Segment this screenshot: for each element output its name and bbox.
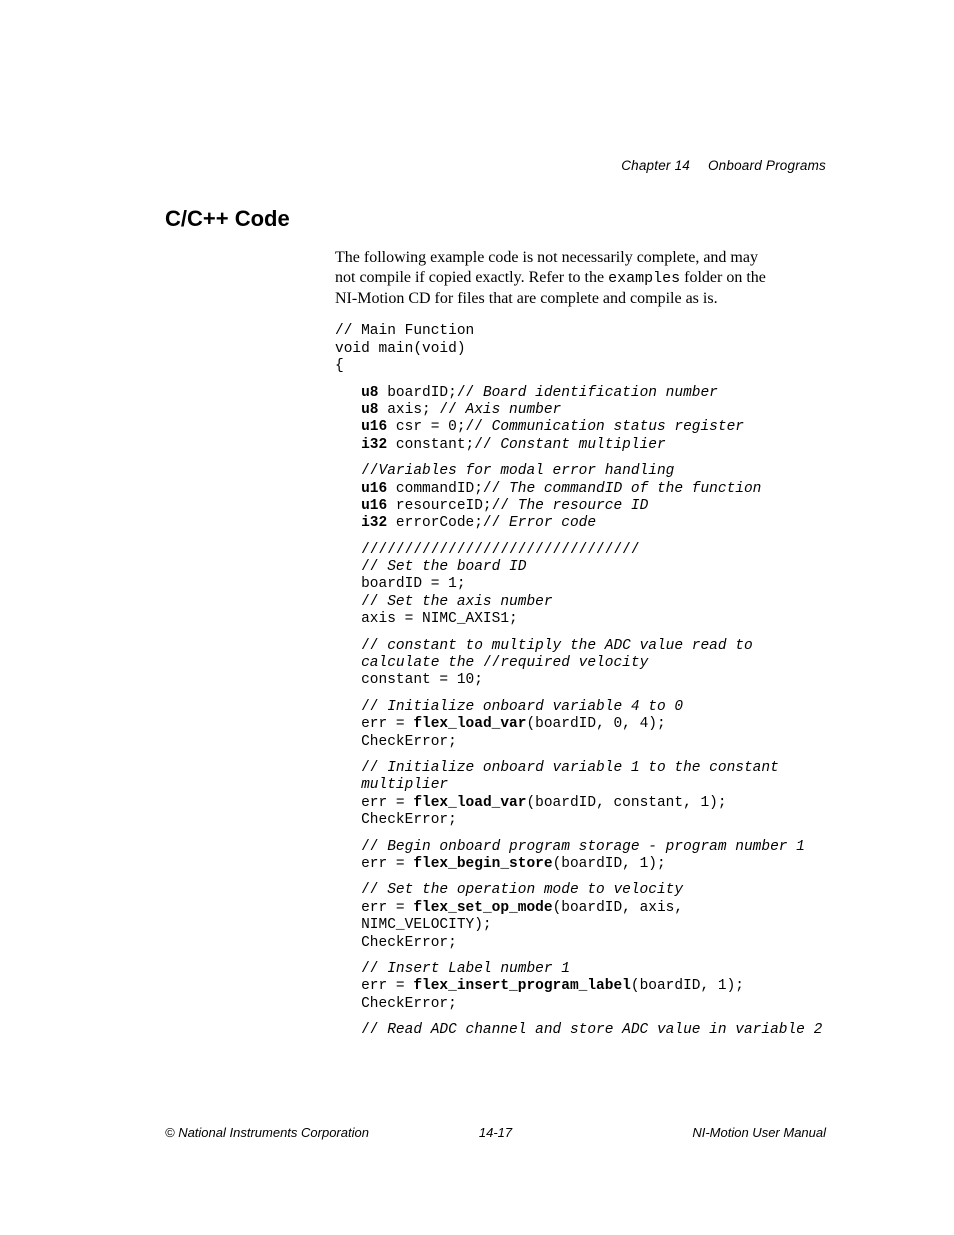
intro-text: folder on the	[680, 269, 766, 286]
intro-text: not compile if copied exactly. Refer to …	[335, 269, 608, 286]
code-comment: Initialize onboard variable 1 to the con…	[387, 760, 787, 776]
code-comment: required velocity	[500, 655, 648, 671]
code-line: CheckError;	[335, 734, 457, 750]
code-line: axis = NIMC_AXIS1;	[335, 611, 518, 627]
code-keyword: u16	[361, 481, 387, 497]
code-comment: Variables for modal error handling	[379, 463, 675, 479]
code-line: constant = 10;	[335, 672, 483, 688]
code-comment: multiplier	[361, 777, 448, 793]
code-keyword: u8	[361, 402, 378, 418]
code-function: flex_begin_store	[413, 856, 552, 872]
code-para: // Insert Label number 1 err = flex_inse…	[335, 961, 826, 1013]
code-function: flex_load_var	[413, 716, 526, 732]
code-para: // constant to multiply the ADC value re…	[335, 638, 826, 690]
code-line: ////////////////////////////////	[335, 542, 640, 558]
section-heading: C/C++ Code	[165, 206, 826, 232]
code-para: // Initialize onboard variable 4 to 0 er…	[335, 699, 826, 751]
code-comment: Begin onboard program storage - program …	[387, 839, 805, 855]
code-para: // Set the operation mode to velocity er…	[335, 882, 826, 952]
code-para: // Begin onboard program storage - progr…	[335, 839, 826, 874]
code-line: CheckError;	[335, 935, 457, 951]
code-keyword: u16	[361, 498, 387, 514]
code-para: // Initialize onboard variable 1 to the …	[335, 760, 826, 830]
code-keyword: u16	[361, 419, 387, 435]
code-comment: constant to multiply the ADC value read …	[387, 638, 761, 654]
code-function: flex_insert_program_label	[413, 978, 631, 994]
code-comment: Communication status register	[492, 419, 744, 435]
code-comment: Initialize onboard variable 4 to 0	[387, 699, 683, 715]
code-keyword: i32	[361, 515, 387, 531]
code-keyword: u8	[361, 385, 378, 401]
code-para: //////////////////////////////// // Set …	[335, 542, 826, 629]
code-comment: Board identification number	[483, 385, 718, 401]
code-keyword: i32	[361, 437, 387, 453]
code-comment: calculate the	[361, 655, 483, 671]
footer-page-number: 14-17	[165, 1125, 826, 1140]
code-line: CheckError;	[335, 996, 457, 1012]
intro-paragraph: The following example code is not necess…	[335, 248, 826, 309]
code-comment: Axis number	[466, 402, 562, 418]
code-comment: The resource ID	[518, 498, 649, 514]
code-line: boardID = 1;	[335, 576, 466, 592]
code-comment: Insert Label number 1	[387, 961, 570, 977]
code-para: u8 boardID;// Board identification numbe…	[335, 385, 826, 455]
chapter-number: Chapter 14	[621, 158, 690, 173]
code-para: //Variables for modal error handling u16…	[335, 463, 826, 533]
code-line: void main(void)	[335, 341, 466, 357]
code-block: // Main Function void main(void) { u8 bo…	[335, 323, 826, 1039]
code-para: // Read ADC channel and store ADC value …	[335, 1022, 826, 1039]
code-function: flex_set_op_mode	[413, 900, 552, 916]
code-function: flex_load_var	[413, 795, 526, 811]
code-line: // Main Function	[335, 323, 474, 339]
code-comment: Read ADC channel and store ADC value in …	[387, 1022, 822, 1038]
code-comment: Error code	[509, 515, 596, 531]
inline-code: examples	[608, 270, 680, 287]
chapter-title: Onboard Programs	[708, 158, 826, 173]
code-line: NIMC_VELOCITY);	[335, 917, 492, 933]
code-line: {	[335, 358, 344, 374]
intro-text: NI-Motion CD for files that are complete…	[335, 290, 718, 307]
code-para: // Main Function void main(void) {	[335, 323, 826, 375]
code-comment: Set the axis number	[387, 594, 552, 610]
running-header: Chapter 14 Onboard Programs	[621, 158, 826, 173]
code-comment: Set the board ID	[387, 559, 526, 575]
page-footer: © National Instruments Corporation 14-17…	[165, 1125, 826, 1140]
code-comment: Set the operation mode to velocity	[387, 882, 683, 898]
code-comment: Constant multiplier	[500, 437, 665, 453]
page: Chapter 14 Onboard Programs C/C++ Code Th…	[0, 0, 954, 1235]
code-line: CheckError;	[335, 812, 457, 828]
intro-text: The following example code is not necess…	[335, 249, 758, 266]
code-comment: The commandID of the function	[509, 481, 761, 497]
